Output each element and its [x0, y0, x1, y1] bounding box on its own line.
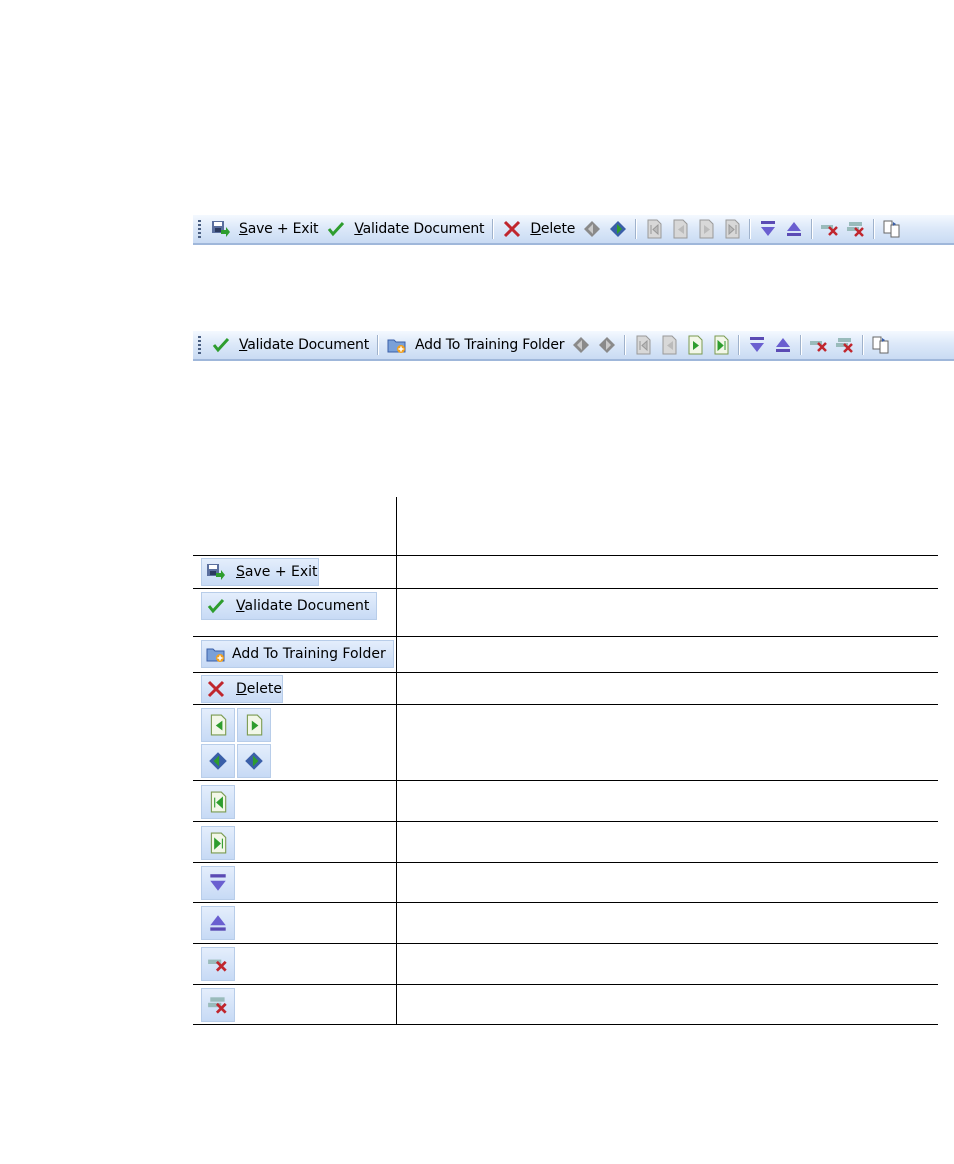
table-row: Add To Training Folder	[193, 637, 938, 673]
table-row: Delete	[193, 673, 938, 705]
validate-document-button[interactable]: Validate Document	[207, 335, 373, 355]
table-row	[193, 705, 938, 781]
remove-all-icon[interactable]	[846, 219, 866, 239]
move-up-icon[interactable]	[784, 219, 804, 239]
validate-mnemonic: V	[236, 598, 245, 614]
validate-document-button: Validate Document	[201, 592, 377, 620]
last-page-icon	[201, 826, 235, 860]
next-batch-icon[interactable]	[597, 335, 617, 355]
last-page-icon[interactable]	[711, 335, 731, 355]
table-row	[193, 863, 938, 903]
toolbar-separator	[800, 335, 803, 355]
table-row	[193, 903, 938, 944]
move-down-icon[interactable]	[747, 335, 767, 355]
toolbar-training: Validate Document Add To Training Folder	[193, 331, 954, 361]
delete-button[interactable]: Delete	[498, 219, 579, 239]
toolbar-save-exit: Save + Exit Validate Document Delete	[193, 215, 954, 245]
remove-field-icon[interactable]	[809, 335, 829, 355]
save-exit-button[interactable]: Save + Exit	[207, 219, 322, 239]
next-batch-icon	[237, 744, 271, 778]
toolbar-separator	[624, 335, 627, 355]
delete-label: elete	[540, 221, 576, 237]
first-page-icon[interactable]	[644, 219, 664, 239]
table-header-row	[193, 497, 938, 556]
move-down-icon[interactable]	[758, 219, 778, 239]
table-row: Validate Document	[193, 589, 938, 637]
checkmark-icon	[211, 335, 231, 355]
save-exit-label: ave + Exit	[244, 564, 318, 580]
table-row	[193, 985, 938, 1025]
add-to-training-folder-button: Add To Training Folder	[201, 640, 394, 668]
save-exit-mnemonic: S	[236, 564, 245, 580]
delete-label: elete	[246, 681, 282, 697]
next-page-icon	[237, 708, 271, 742]
first-page-icon	[201, 785, 235, 819]
next-batch-icon[interactable]	[608, 219, 628, 239]
move-down-icon	[201, 866, 235, 900]
add-training-folder-icon	[387, 335, 407, 355]
copy-icon[interactable]	[882, 219, 902, 239]
toolbar-grip[interactable]	[198, 220, 201, 238]
checkmark-icon	[206, 596, 226, 616]
add-training-label: Add To Training Folder	[415, 337, 565, 353]
next-page-icon[interactable]	[685, 335, 705, 355]
save-exit-icon	[206, 562, 226, 582]
validate-label: alidate Document	[244, 598, 370, 614]
delete-mnemonic: D	[530, 221, 541, 237]
remove-all-icon[interactable]	[835, 335, 855, 355]
delete-x-icon	[502, 219, 522, 239]
toolbar-grip[interactable]	[198, 336, 201, 354]
validate-label: alidate Document	[362, 221, 485, 237]
move-up-icon[interactable]	[773, 335, 793, 355]
prev-page-icon	[201, 708, 235, 742]
save-exit-label: ave + Exit	[247, 221, 319, 237]
add-training-label: Add To Training Folder	[232, 646, 386, 662]
table-row	[193, 781, 938, 822]
remove-all-icon	[201, 988, 235, 1022]
validate-mnemonic: V	[354, 221, 363, 237]
table-row: Save + Exit	[193, 556, 938, 589]
save-exit-button: Save + Exit	[201, 558, 319, 586]
add-to-training-folder-button[interactable]: Add To Training Folder	[383, 335, 568, 355]
prev-batch-icon[interactable]	[582, 219, 602, 239]
delete-button: Delete	[201, 675, 283, 703]
prev-page-icon[interactable]	[670, 219, 690, 239]
remove-field-icon	[201, 947, 235, 981]
next-page-icon[interactable]	[696, 219, 716, 239]
toolbar-separator	[635, 219, 638, 239]
remove-field-icon[interactable]	[820, 219, 840, 239]
table-row	[193, 944, 938, 985]
delete-mnemonic: D	[236, 681, 247, 697]
toolbar-separator	[862, 335, 865, 355]
prev-batch-icon[interactable]	[571, 335, 591, 355]
delete-x-icon	[206, 679, 226, 699]
toolbar-separator	[738, 335, 741, 355]
toolbar-separator	[492, 219, 495, 239]
prev-page-icon[interactable]	[659, 335, 679, 355]
checkmark-icon	[326, 219, 346, 239]
first-page-icon[interactable]	[633, 335, 653, 355]
save-exit-icon	[211, 219, 231, 239]
prev-batch-icon	[201, 744, 235, 778]
toolbar-separator	[811, 219, 814, 239]
toolbar-separator	[749, 219, 752, 239]
validate-document-button[interactable]: Validate Document	[322, 219, 488, 239]
save-exit-mnemonic: S	[239, 221, 248, 237]
table-row	[193, 822, 938, 863]
toolbar-separator	[873, 219, 876, 239]
copy-icon[interactable]	[871, 335, 891, 355]
validate-label: alidate Document	[247, 337, 370, 353]
move-up-icon	[201, 906, 235, 940]
add-training-folder-icon	[206, 644, 226, 664]
toolbar-separator	[377, 335, 380, 355]
last-page-icon[interactable]	[722, 219, 742, 239]
